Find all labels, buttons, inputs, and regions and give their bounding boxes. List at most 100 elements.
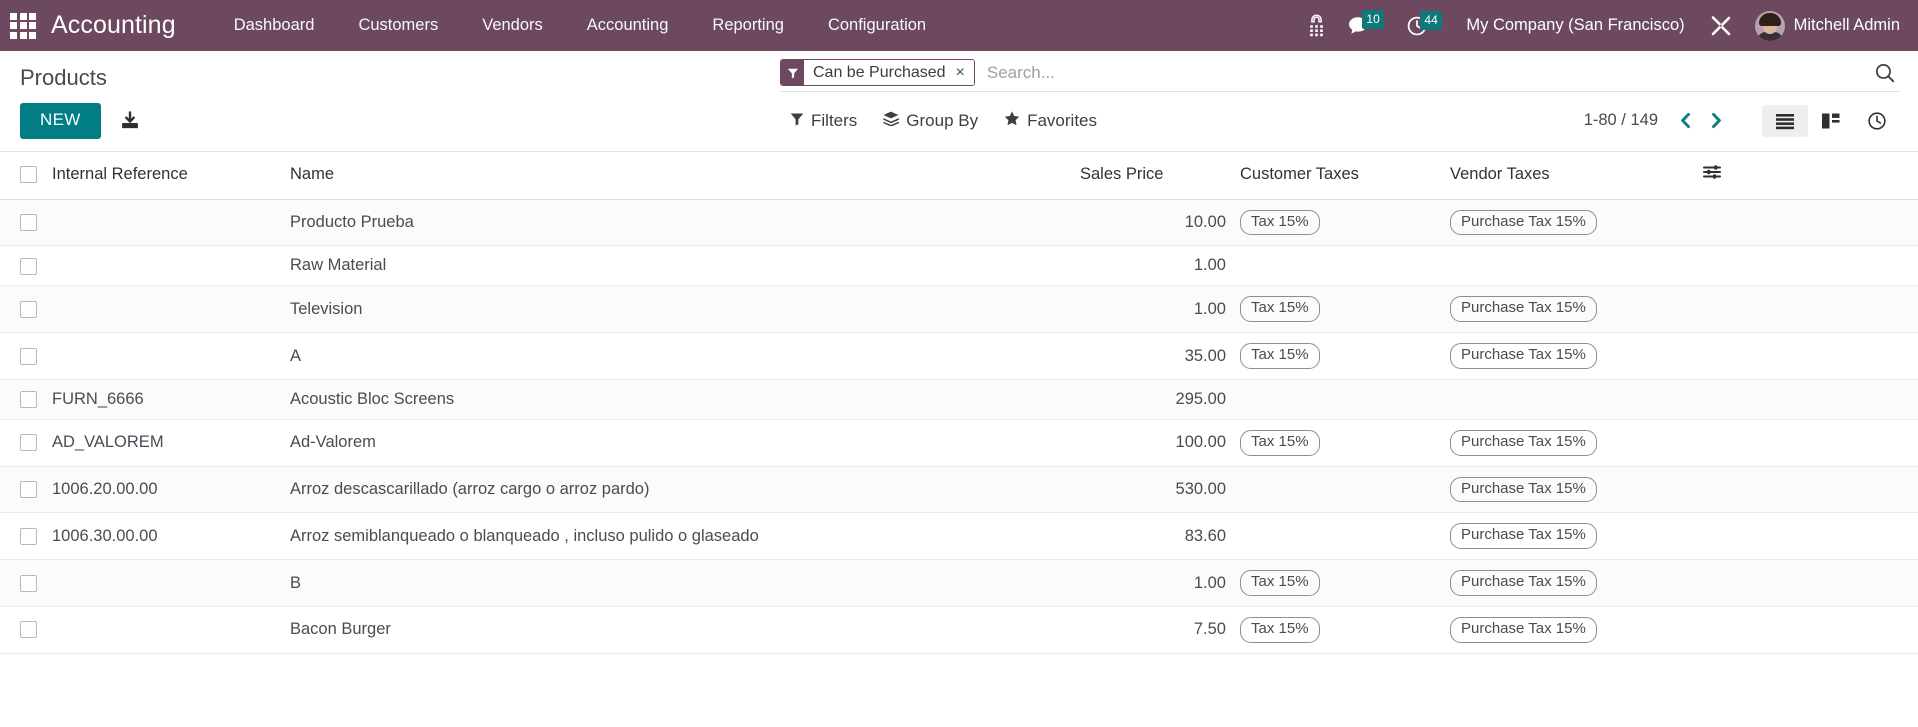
search-facet-can-be-purchased[interactable]: Can be Purchased × bbox=[780, 59, 975, 86]
activities-button[interactable]: 44 bbox=[1396, 9, 1442, 43]
cell-customer-taxes: Tax 15% bbox=[1230, 332, 1440, 380]
table-row[interactable]: Television 1.00 Tax 15% Purchase Tax 15% bbox=[0, 285, 1918, 334]
cell-internal-reference: 1006.20.00.00 bbox=[52, 466, 290, 514]
table-row[interactable]: AD_VALOREM Ad-Valorem 100.00 Tax 15% Purchas… bbox=[0, 419, 1918, 467]
view-switcher bbox=[1762, 104, 1900, 138]
menu-item-vendors[interactable]: Vendors bbox=[460, 8, 565, 43]
menu-item-configuration[interactable]: Configuration bbox=[806, 8, 948, 43]
vendor-tax-badge: Purchase Tax 15% bbox=[1450, 616, 1597, 643]
table-row[interactable]: A 35.00 Tax 15% Purchase Tax 15% bbox=[0, 332, 1918, 380]
pager-next-button[interactable] bbox=[1701, 107, 1732, 134]
column-header-customer-taxes[interactable]: Customer Taxes bbox=[1230, 151, 1440, 200]
cell-customer-taxes: Tax 15% bbox=[1230, 606, 1440, 654]
pager-and-views: 1-80 / 149 bbox=[1584, 104, 1900, 138]
control-panel: Products Can be Purchased × NEW bbox=[0, 51, 1918, 152]
vendor-tax-badge: Purchase Tax 15% bbox=[1450, 523, 1597, 550]
cell-sales-price: 1.00 bbox=[1080, 285, 1230, 334]
cell-vendor-taxes: Purchase Tax 15% bbox=[1440, 606, 1702, 654]
cell-internal-reference bbox=[52, 332, 290, 380]
cell-customer-taxes bbox=[1230, 512, 1440, 561]
row-checkbox[interactable] bbox=[20, 300, 37, 318]
customer-tax-badge: Tax 15% bbox=[1240, 209, 1320, 236]
row-select-cell bbox=[0, 512, 52, 561]
select-all-checkbox[interactable] bbox=[20, 165, 37, 183]
control-panel-top-row: Products Can be Purchased × bbox=[0, 51, 1918, 93]
kanban-view-icon[interactable] bbox=[1808, 105, 1854, 137]
favorites-dropdown[interactable]: Favorites bbox=[1004, 111, 1097, 131]
table-row[interactable]: FURN_6666 Acoustic Bloc Screens 295.00 bbox=[0, 379, 1918, 420]
menu-item-reporting[interactable]: Reporting bbox=[690, 8, 806, 43]
cell-row-spacer bbox=[1702, 559, 1918, 607]
product-list-view: Internal Reference Name Sales Price Cust… bbox=[0, 151, 1918, 654]
import-download-icon[interactable] bbox=[115, 106, 145, 136]
row-select-cell bbox=[0, 285, 52, 334]
filters-dropdown[interactable]: Filters bbox=[790, 111, 857, 131]
table-row[interactable]: Producto Prueba 10.00 Tax 15% Purchase Tax … bbox=[0, 199, 1918, 247]
cell-sales-price: 35.00 bbox=[1080, 332, 1230, 380]
apps-grid-icon[interactable] bbox=[6, 9, 40, 43]
row-checkbox[interactable] bbox=[20, 391, 37, 409]
row-checkbox[interactable] bbox=[20, 434, 37, 452]
vendor-tax-badge: Purchase Tax 15% bbox=[1450, 476, 1597, 503]
search-input[interactable] bbox=[974, 59, 1864, 86]
search-facet-remove-icon[interactable]: × bbox=[952, 60, 974, 85]
cell-customer-taxes: Tax 15% bbox=[1230, 199, 1440, 247]
new-button[interactable]: NEW bbox=[20, 103, 101, 139]
table-body: Producto Prueba 10.00 Tax 15% Purchase Tax … bbox=[0, 199, 1918, 654]
customer-tax-badge: Tax 15% bbox=[1240, 429, 1320, 456]
menu-item-dashboard[interactable]: Dashboard bbox=[212, 8, 337, 43]
breadcrumb-products: Products bbox=[20, 65, 107, 90]
row-checkbox[interactable] bbox=[20, 527, 37, 545]
table-row[interactable]: Bacon Burger 7.50 Tax 15% Purchase Tax 15% bbox=[0, 606, 1918, 654]
cell-customer-taxes bbox=[1230, 379, 1440, 420]
filters-label: Filters bbox=[811, 110, 858, 130]
cell-sales-price: 100.00 bbox=[1080, 419, 1230, 467]
groupby-dropdown[interactable]: Group By bbox=[883, 111, 978, 131]
column-header-vendor-taxes[interactable]: Vendor Taxes bbox=[1440, 151, 1702, 200]
company-switcher[interactable]: My Company (San Francisco) bbox=[1452, 8, 1698, 43]
cell-internal-reference bbox=[52, 245, 290, 287]
search-icon[interactable] bbox=[1864, 62, 1900, 84]
row-select-cell bbox=[0, 466, 52, 514]
list-view-icon[interactable] bbox=[1762, 104, 1808, 137]
cell-internal-reference bbox=[52, 199, 290, 247]
cell-sales-price: 1.00 bbox=[1080, 559, 1230, 607]
row-checkbox[interactable] bbox=[20, 481, 37, 499]
tools-wrench-icon[interactable] bbox=[1699, 8, 1743, 44]
column-header-internal-reference[interactable]: Internal Reference bbox=[52, 151, 290, 200]
app-brand-title[interactable]: Accounting bbox=[51, 11, 176, 40]
row-checkbox[interactable] bbox=[20, 621, 37, 639]
cell-product-name: Raw Material bbox=[290, 245, 1080, 287]
row-checkbox[interactable] bbox=[20, 214, 37, 232]
activity-clock-icon[interactable] bbox=[1854, 104, 1900, 138]
cell-vendor-taxes: Purchase Tax 15% bbox=[1440, 285, 1702, 334]
phone-dialpad-icon[interactable] bbox=[1297, 8, 1336, 44]
table-header-row: Internal Reference Name Sales Price Cust… bbox=[0, 151, 1918, 200]
row-checkbox[interactable] bbox=[20, 347, 37, 365]
user-avatar[interactable] bbox=[1754, 10, 1785, 41]
column-options-icon[interactable] bbox=[1702, 164, 1722, 185]
menu-item-customers[interactable]: Customers bbox=[336, 8, 460, 43]
cell-sales-price: 7.50 bbox=[1080, 606, 1230, 654]
cell-internal-reference: AD_VALOREM bbox=[52, 419, 290, 467]
table-row[interactable]: 1006.30.00.00 Arroz semiblanqueado o blan… bbox=[0, 512, 1918, 561]
cell-vendor-taxes bbox=[1440, 379, 1702, 420]
menu-item-accounting[interactable]: Accounting bbox=[565, 8, 691, 43]
cell-row-spacer bbox=[1702, 285, 1918, 334]
table-row[interactable]: Raw Material 1.00 bbox=[0, 245, 1918, 287]
layers-icon bbox=[883, 111, 900, 131]
table-row[interactable]: 1006.20.00.00 Arroz descascarillado (arro… bbox=[0, 466, 1918, 514]
groupby-label: Group By bbox=[906, 110, 979, 130]
row-checkbox[interactable] bbox=[20, 574, 37, 592]
search-facet-label: Can be Purchased bbox=[804, 60, 953, 85]
user-menu-name[interactable]: Mitchell Admin bbox=[1794, 16, 1900, 35]
table-row[interactable]: B 1.00 Tax 15% Purchase Tax 15% bbox=[0, 559, 1918, 607]
row-checkbox[interactable] bbox=[20, 257, 37, 275]
cell-sales-price: 10.00 bbox=[1080, 199, 1230, 247]
chevron-right-icon bbox=[1712, 113, 1721, 129]
pager-previous-button[interactable] bbox=[1670, 107, 1701, 134]
cell-sales-price: 295.00 bbox=[1080, 379, 1230, 420]
column-header-sales-price[interactable]: Sales Price bbox=[1080, 151, 1230, 200]
messages-button[interactable]: 10 bbox=[1336, 8, 1384, 44]
column-header-name[interactable]: Name bbox=[290, 151, 1080, 200]
